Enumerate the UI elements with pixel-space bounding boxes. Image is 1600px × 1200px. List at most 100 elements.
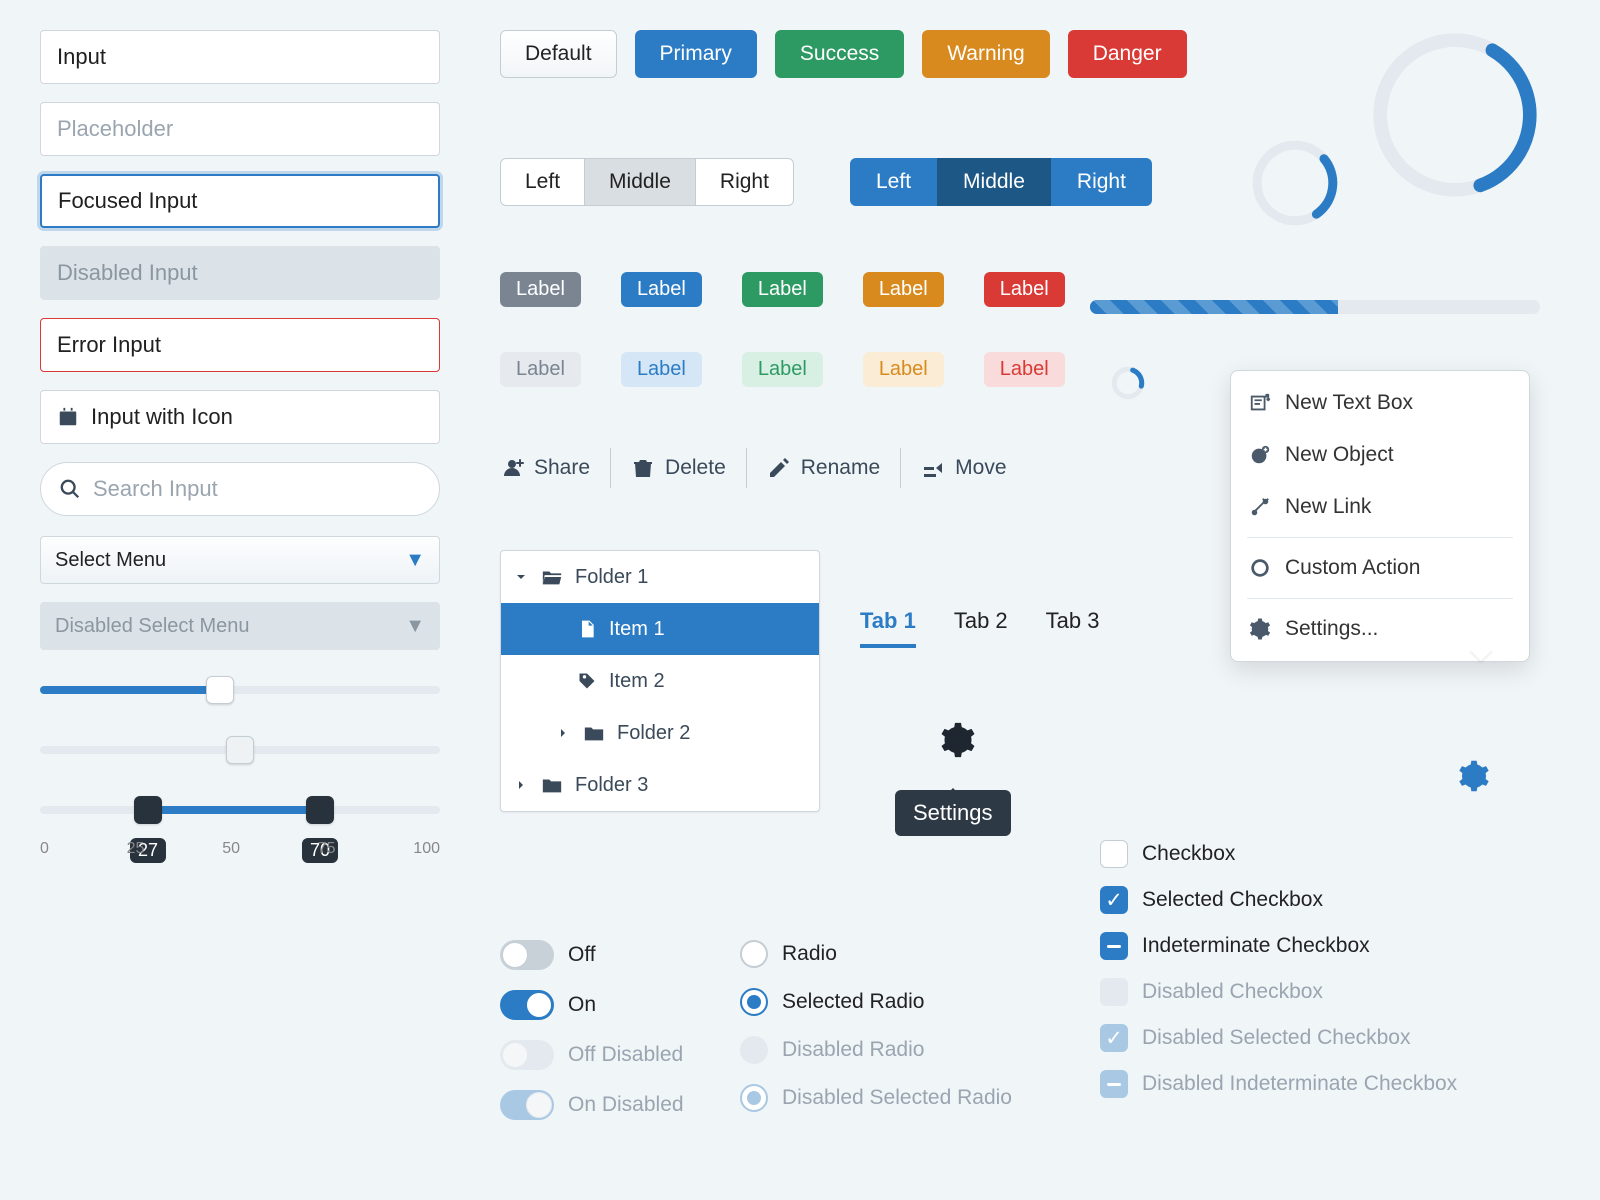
segment-right[interactable]: Right (696, 158, 794, 206)
label-blue: Label (621, 272, 702, 307)
label-light-orange: Label (863, 352, 944, 387)
toggle-on-disabled: On Disabled (500, 1090, 684, 1120)
pencil-icon (767, 456, 791, 480)
segment-control-primary[interactable]: Left Middle Right (850, 158, 1152, 206)
search-placeholder: Search Input (93, 476, 218, 502)
radio-disabled: Disabled Radio (740, 1036, 1012, 1064)
folder-icon (583, 722, 605, 744)
label-gray: Label (500, 272, 581, 307)
rename-button[interactable]: Rename (767, 456, 880, 480)
toggle-off-disabled: Off Disabled (500, 1040, 684, 1070)
chevron-right-icon (555, 725, 571, 741)
text-input-focused[interactable]: Focused Input (40, 174, 440, 228)
gear-icon[interactable] (940, 722, 976, 758)
danger-button[interactable]: Danger (1068, 30, 1187, 78)
text-input[interactable]: Input (40, 30, 440, 84)
segment-control[interactable]: Left Middle Right (500, 158, 794, 206)
segment-right[interactable]: Right (1051, 158, 1152, 206)
toolbar: Share Delete Rename Move (500, 448, 1007, 488)
placeholder-text: Placeholder (57, 116, 173, 142)
popover-new-link[interactable]: New Link (1231, 481, 1529, 533)
file-icon (577, 619, 597, 639)
text-input-value: Input (57, 44, 106, 70)
range-slider[interactable]: 27 70 0255075100 (40, 790, 440, 870)
chevron-right-icon (513, 777, 529, 793)
checkbox-indeterminate[interactable]: Indeterminate Checkbox (1100, 932, 1457, 960)
tree-folder-3[interactable]: Folder 3 (501, 759, 819, 811)
textbox-icon (1249, 392, 1271, 414)
label-red: Label (984, 272, 1065, 307)
select-menu-disabled: Disabled Select Menu ▼ (40, 602, 440, 650)
search-icon (59, 478, 81, 500)
label-orange: Label (863, 272, 944, 307)
tag-icon (577, 671, 597, 691)
tabs[interactable]: Tab 1 Tab 2 Tab 3 (860, 608, 1099, 648)
progress-ring-medium (1250, 138, 1340, 228)
tab-1[interactable]: Tab 1 (860, 608, 916, 648)
slider-disabled (40, 730, 440, 770)
segment-left[interactable]: Left (850, 158, 937, 206)
popover-new-text-box[interactable]: New Text Box (1231, 377, 1529, 429)
checkbox-selected[interactable]: ✓Selected Checkbox (1100, 886, 1457, 914)
disabled-label: Disabled Input (57, 260, 198, 286)
text-input-error[interactable]: Error Input (40, 318, 440, 372)
toggle-off[interactable]: Off (500, 940, 684, 970)
popover-menu[interactable]: New Text Box New Object New Link Custom … (1230, 370, 1530, 662)
slider[interactable] (40, 670, 440, 710)
label-light-red: Label (984, 352, 1065, 387)
search-input[interactable]: Search Input (40, 462, 440, 516)
radio-unselected[interactable]: Radio (740, 940, 1012, 968)
progress-ring-small (1110, 365, 1146, 401)
chevron-down-icon: ▼ (405, 549, 425, 572)
popover-new-object[interactable]: New Object (1231, 429, 1529, 481)
text-input-placeholder[interactable]: Placeholder (40, 102, 440, 156)
text-input-with-icon[interactable]: Input with Icon (40, 390, 440, 444)
checkbox[interactable]: Checkbox (1100, 840, 1457, 868)
popover-custom-action[interactable]: Custom Action (1231, 542, 1529, 594)
input-with-icon-label: Input with Icon (91, 404, 233, 430)
checkbox-disabled: Disabled Checkbox (1100, 978, 1457, 1006)
share-button[interactable]: Share (500, 456, 590, 480)
tree-item-1[interactable]: Item 1 (501, 603, 819, 655)
segment-left[interactable]: Left (500, 158, 585, 206)
calendar-icon (57, 406, 79, 428)
focused-label: Focused Input (58, 188, 197, 214)
warning-button[interactable]: Warning (922, 30, 1049, 78)
tab-2[interactable]: Tab 2 (954, 608, 1008, 648)
gear-icon[interactable] (1458, 760, 1490, 792)
tree-item-2[interactable]: Item 2 (501, 655, 819, 707)
checkbox-disabled-selected: ✓Disabled Selected Checkbox (1100, 1024, 1457, 1052)
success-button[interactable]: Success (775, 30, 904, 78)
delete-button[interactable]: Delete (631, 456, 726, 480)
move-button[interactable]: Move (921, 456, 1006, 480)
chevron-down-icon (513, 569, 529, 585)
select-menu[interactable]: Select Menu ▼ (40, 536, 440, 584)
tree-folder-2[interactable]: Folder 2 (501, 707, 819, 759)
circle-plus-icon (1249, 444, 1271, 466)
label-light-gray: Label (500, 352, 581, 387)
tab-3[interactable]: Tab 3 (1046, 608, 1100, 648)
folder-icon (541, 774, 563, 796)
toggle-on[interactable]: On (500, 990, 684, 1020)
segment-middle[interactable]: Middle (585, 158, 696, 206)
folder-open-icon (541, 566, 563, 588)
default-button[interactable]: Default (500, 30, 617, 78)
label-light-green: Label (742, 352, 823, 387)
progress-bar (1090, 300, 1540, 314)
radio-selected[interactable]: Selected Radio (740, 988, 1012, 1016)
progress-ring-large (1370, 30, 1540, 200)
radio-disabled-selected: Disabled Selected Radio (740, 1084, 1012, 1112)
move-icon (921, 456, 945, 480)
tree-folder-1[interactable]: Folder 1 (501, 551, 819, 603)
trash-icon (631, 456, 655, 480)
primary-button[interactable]: Primary (635, 30, 757, 78)
tree-view[interactable]: Folder 1 Item 1 Item 2 Folder 2 Folder 3 (500, 550, 820, 812)
error-label: Error Input (57, 332, 161, 358)
circle-outline-icon (1249, 557, 1271, 579)
popover-settings[interactable]: Settings... (1231, 603, 1529, 655)
segment-middle[interactable]: Middle (937, 158, 1051, 206)
share-icon (500, 456, 524, 480)
label-light-blue: Label (621, 352, 702, 387)
select-disabled-label: Disabled Select Menu (55, 615, 250, 638)
slider-ticks: 0255075100 (40, 840, 440, 858)
